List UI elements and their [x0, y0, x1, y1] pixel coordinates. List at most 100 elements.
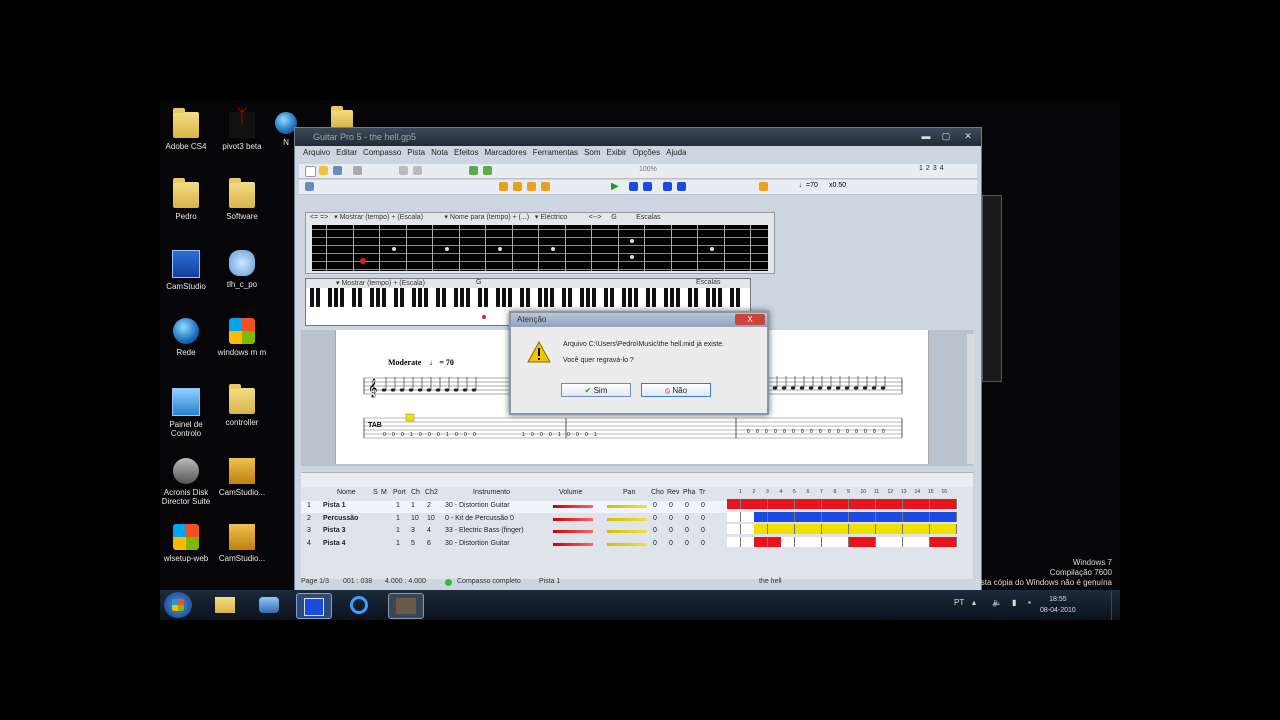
volume-icon[interactable]: 🔈 [992, 598, 1002, 607]
measure-cell[interactable] [875, 499, 890, 509]
desktop-icon-camstudio-3[interactable]: CamStudio... [212, 524, 272, 563]
desktop-icon-control-panel[interactable]: Painel de Controlo [160, 388, 216, 438]
menu-marcadores[interactable]: Marcadores [484, 148, 526, 160]
play-icon[interactable]: ▶ [611, 182, 620, 192]
measure-cell[interactable] [875, 511, 890, 522]
page-2-button[interactable]: 2 [926, 165, 930, 172]
measure-cell[interactable] [781, 536, 795, 547]
guitarpro-taskbar-button[interactable] [388, 593, 424, 619]
measure-cell[interactable] [821, 499, 836, 509]
keyboard-key[interactable]: G [476, 279, 481, 286]
fretboard[interactable] [312, 225, 768, 271]
measure-cell[interactable] [727, 536, 741, 547]
no-button[interactable]: ⦸ Não [641, 383, 711, 397]
header-port[interactable]: Port [393, 489, 406, 496]
measure-cell[interactable] [848, 524, 863, 534]
signal-icon[interactable]: ▪ [1028, 598, 1031, 607]
scale-dropdown[interactable]: Escalas [636, 214, 661, 221]
measure-cell[interactable] [916, 511, 930, 522]
dialog-titlebar[interactable]: Atenção [511, 313, 767, 327]
pan-slider[interactable] [607, 517, 647, 521]
menu-nota[interactable]: Nota [431, 148, 448, 160]
measure-cell[interactable] [862, 536, 876, 547]
measure-cell[interactable] [835, 499, 849, 509]
menu-som[interactable]: Som [584, 148, 600, 160]
instrument-dropdown[interactable]: Eléctrico [540, 214, 567, 221]
measure-cell[interactable] [821, 524, 836, 534]
measure-cell[interactable] [740, 511, 755, 522]
track-row[interactable]: 4 Pista 4 1 5 6 30 - Distortion Guitar 0 0 0 0 [301, 539, 727, 551]
window-titlebar[interactable]: Guitar Pro 5 - the hell.gp5 ▬ ▢ ✕ [295, 128, 981, 146]
note-tool-icon[interactable] [469, 166, 478, 175]
measure-cell[interactable] [821, 511, 836, 522]
page-4-button[interactable]: 4 [940, 165, 944, 172]
measure-cell[interactable] [754, 524, 768, 534]
measure-cell[interactable] [916, 499, 930, 509]
measure-cell[interactable] [943, 536, 957, 547]
measure-cell[interactable] [727, 524, 741, 534]
marker-icon[interactable] [513, 182, 522, 191]
measure-cell[interactable] [916, 524, 930, 534]
measure-cell[interactable] [794, 511, 809, 522]
measure-cell[interactable] [902, 536, 917, 547]
open-folder-icon[interactable] [319, 166, 328, 175]
measure-cell[interactable] [781, 524, 795, 534]
dialog-close-button[interactable]: X [735, 314, 765, 325]
desktop-icon-tlh[interactable]: tlh_c_po [212, 250, 272, 289]
page-1-button[interactable]: 1 [919, 165, 923, 172]
measure-cell[interactable] [835, 524, 849, 534]
pan-slider[interactable] [607, 505, 647, 508]
measure-cell[interactable] [929, 499, 944, 509]
desktop-icon-software[interactable]: Software [212, 178, 272, 221]
score-scrollbar[interactable] [967, 334, 975, 464]
metronome-icon[interactable] [677, 182, 686, 191]
measure-cell[interactable] [889, 499, 903, 509]
maximize-button[interactable]: ▢ [937, 130, 955, 142]
desktop-icon-rede[interactable]: Rede [160, 318, 216, 357]
yes-button[interactable]: ✔ Sim [561, 383, 631, 397]
header-cho[interactable]: Cho [651, 489, 664, 496]
measure-cell[interactable] [754, 511, 768, 522]
measure-cell[interactable] [862, 511, 876, 522]
measure-cell[interactable] [767, 511, 782, 522]
marker-icon[interactable] [499, 182, 508, 191]
new-file-icon[interactable] [305, 166, 316, 177]
menu-compasso[interactable]: Compasso [363, 148, 401, 160]
measure-cell[interactable] [808, 499, 822, 509]
measure-cell[interactable] [754, 499, 768, 509]
measure-cell[interactable] [916, 536, 930, 547]
measure-cell[interactable] [929, 524, 944, 534]
header-instrumento[interactable]: Instrumento [473, 489, 510, 496]
previous-icon[interactable] [629, 182, 638, 191]
measure-cell[interactable] [943, 524, 957, 534]
measure-cell[interactable] [848, 536, 863, 547]
measure-cell[interactable] [808, 524, 822, 534]
header-ch[interactable]: Ch [411, 489, 420, 496]
measure-cell[interactable] [781, 499, 795, 509]
desktop-icon-pedro[interactable]: Pedro [160, 178, 216, 221]
header-rev[interactable]: Rev [667, 489, 679, 496]
measure-cell[interactable] [835, 511, 849, 522]
volume-slider[interactable] [553, 542, 593, 546]
network-icon[interactable]: ▮ [1012, 598, 1016, 607]
desktop-icon-wlsetup[interactable]: wlsetup-web [160, 524, 216, 563]
keyboard-scale[interactable]: Escalas [696, 279, 721, 286]
measure-cell[interactable] [808, 511, 822, 522]
measure-cell[interactable] [781, 511, 795, 522]
measure-cell[interactable] [929, 536, 944, 547]
measure-cell[interactable] [889, 536, 903, 547]
measure-cell[interactable] [835, 536, 849, 547]
volume-slider[interactable] [553, 505, 593, 508]
tray-arrow-icon[interactable]: ▴ [972, 598, 976, 607]
desktop-icon-camstudio-2[interactable]: CamStudio... [212, 458, 272, 497]
measure-cell[interactable] [875, 524, 890, 534]
measure-cell[interactable] [767, 499, 782, 509]
show-desktop-button[interactable] [1111, 590, 1120, 620]
next-icon[interactable] [643, 182, 652, 191]
measure-cell[interactable] [848, 499, 863, 509]
measure-cell[interactable] [727, 499, 741, 509]
measure-cell[interactable] [889, 511, 903, 522]
header-ch2[interactable]: Ch2 [425, 489, 438, 496]
menu-efeitos[interactable]: Efeitos [454, 148, 478, 160]
page-3-button[interactable]: 3 [933, 165, 937, 172]
